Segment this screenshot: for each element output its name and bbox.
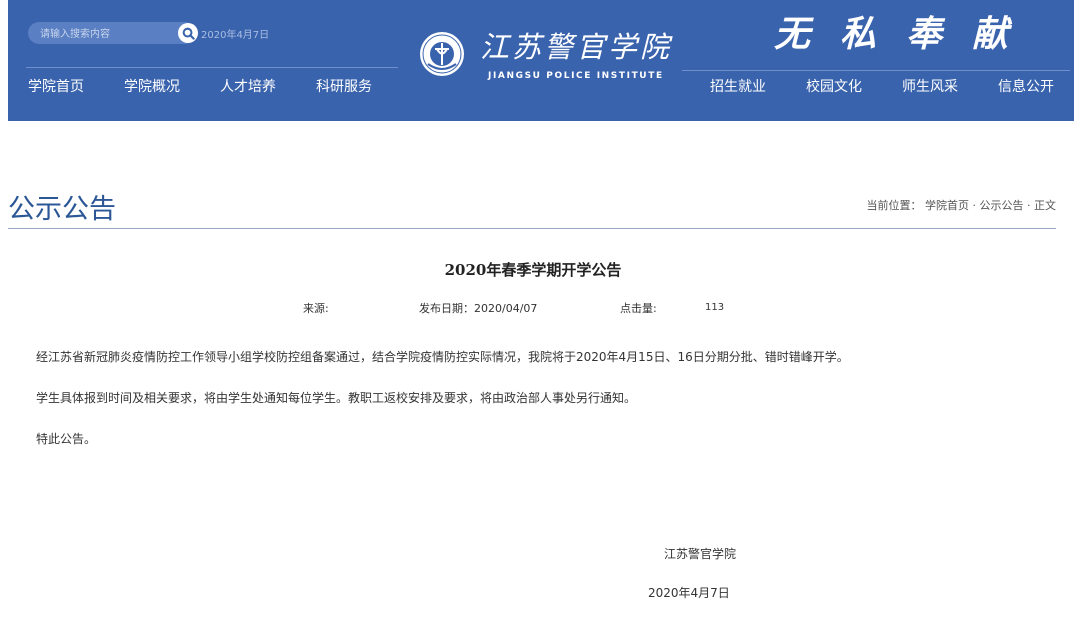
- signature: 江苏警官学院: [664, 547, 737, 561]
- nav-public-info[interactable]: 信息公开: [998, 76, 1054, 96]
- meta-date-label: 发布日期：: [419, 302, 474, 315]
- section-title: 公示公告: [8, 194, 116, 225]
- breadcrumb: 当前位置： 学院首页 · 公示公告 · 正文: [867, 197, 1057, 213]
- section-divider: [8, 228, 1056, 229]
- nav-about[interactable]: 学院概况: [124, 76, 180, 96]
- article-paragraph: 特此公告。: [36, 432, 97, 446]
- breadcrumb-category[interactable]: 公示公告: [980, 199, 1024, 212]
- search-input[interactable]: [38, 25, 162, 43]
- article-paragraph: 学生具体报到时间及相关要求，将由学生处通知每位学生。教职工返校安排及要求，将由政…: [36, 391, 637, 405]
- logo-text-cn: 江苏警官学院: [480, 30, 673, 64]
- nav-research[interactable]: 科研服务: [316, 76, 372, 96]
- article-title: 2020年春季学期开学公告: [444, 261, 622, 279]
- meta-views-label: 点击量:: [620, 302, 657, 315]
- breadcrumb-prefix: 当前位置：: [866, 199, 922, 212]
- logo-text-en: JIANGSU POLICE INSTITUTE: [487, 71, 664, 81]
- search-icon: [182, 27, 195, 40]
- nav-people[interactable]: 师生风采: [902, 76, 958, 96]
- slogan-char: 献: [972, 13, 1009, 55]
- site-header: 2020年4月7日 学院首页 学院概况 人才培养 科研服务 江苏警官学院 JIA…: [8, 0, 1074, 121]
- meta-date-value: 2020/04/07: [474, 302, 538, 315]
- breadcrumb-separator: ·: [1027, 199, 1031, 212]
- search-box: [28, 22, 198, 44]
- slogan-char: 私: [840, 13, 877, 55]
- slogan-char: 奉: [906, 13, 943, 55]
- meta-views-value: 113: [705, 302, 725, 313]
- nav-divider: [682, 70, 1070, 71]
- nav-education[interactable]: 人才培养: [220, 76, 276, 96]
- search-button[interactable]: [178, 23, 198, 43]
- breadcrumb-separator: ·: [972, 199, 977, 212]
- article-paragraph: 经江苏省新冠肺炎疫情防控工作领导小组学校防控组备案通过，结合学院疫情防控实际情况…: [36, 350, 849, 364]
- slogan-char: 无: [774, 13, 811, 55]
- header-date: 2020年4月7日: [201, 30, 270, 41]
- breadcrumb-home[interactable]: 学院首页: [925, 199, 969, 212]
- nav-divider: [26, 67, 398, 68]
- police-emblem: 江苏警官学院 JIANGSU POLICE INSTITUTE: [420, 30, 673, 81]
- nav-home[interactable]: 学院首页: [28, 76, 84, 96]
- nav-admissions[interactable]: 招生就业: [710, 76, 766, 96]
- breadcrumb-current: 正文: [1034, 199, 1056, 212]
- meta-source-label: 来源:: [303, 302, 329, 315]
- nav-campus-culture[interactable]: 校园文化: [806, 76, 862, 96]
- site-logo[interactable]: 江苏警官学院 JIANGSU POLICE INSTITUTE: [418, 24, 678, 86]
- slogan: 无 私 奉 献: [774, 14, 1008, 54]
- meta-date: 发布日期：2020/04/07: [419, 300, 537, 316]
- sign-date: 2020年4月7日: [648, 586, 730, 600]
